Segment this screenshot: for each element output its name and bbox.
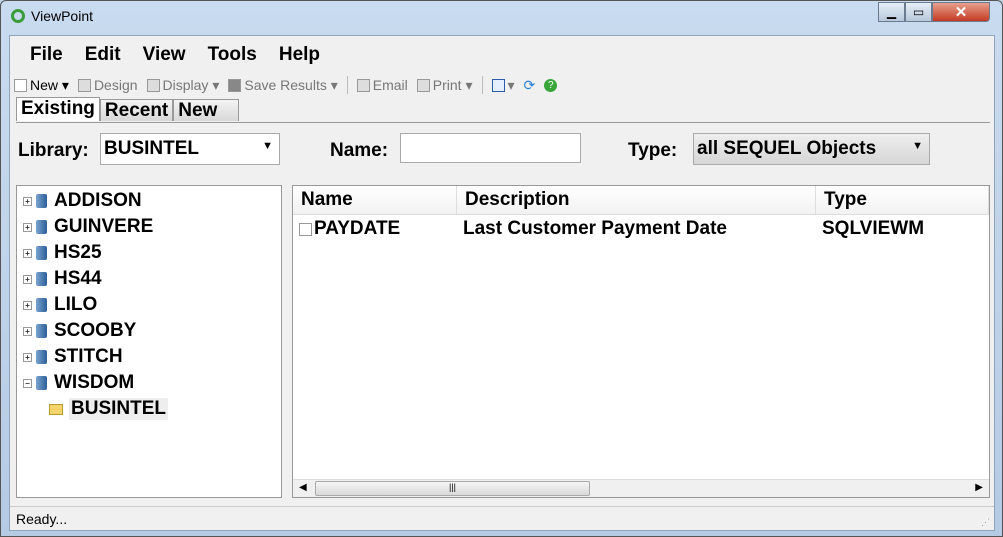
tree-node[interactable]: + HS25 <box>17 240 281 266</box>
folder-icon <box>49 403 63 415</box>
scroll-left-icon[interactable]: ◀ <box>299 482 307 493</box>
scroll-right-icon[interactable]: ▶ <box>975 482 983 493</box>
expand-icon[interactable]: + <box>23 196 32 206</box>
minimize-button[interactable]: ▁ <box>878 2 905 22</box>
tree-node[interactable]: + GUINVERE <box>17 214 281 240</box>
separator <box>346 76 348 94</box>
app-icon <box>11 9 25 23</box>
tree-node[interactable]: + SCOOBY <box>17 318 281 344</box>
refresh-button[interactable]: ⟳ <box>524 77 536 94</box>
new-icon <box>14 78 27 92</box>
display-icon <box>146 78 160 92</box>
tab-new[interactable]: New <box>173 99 240 121</box>
tree-node-label: GUINVERE <box>54 216 154 237</box>
tree-node[interactable]: + LILO <box>17 292 281 318</box>
grid-view-button[interactable]: ▾ <box>491 77 515 94</box>
new-button[interactable]: New ▾ <box>14 77 69 94</box>
expand-icon[interactable]: + <box>23 222 32 232</box>
menu-view[interactable]: View <box>143 44 186 66</box>
tree-node[interactable]: + ADDISON <box>17 188 281 214</box>
column-header-name[interactable]: Name <box>293 186 457 214</box>
tree-node-child[interactable]: BUSINTEL <box>17 396 281 422</box>
tree-node[interactable]: − WISDOM <box>17 370 281 396</box>
expand-icon[interactable]: − <box>23 378 32 388</box>
type-label: Type: <box>628 140 678 161</box>
database-icon <box>36 350 47 364</box>
database-icon <box>36 194 47 208</box>
maximize-button[interactable]: ▭ <box>905 2 932 22</box>
tab-existing[interactable]: Existing <box>16 97 100 121</box>
tree-node-label: LILO <box>54 294 98 315</box>
status-text: Ready... <box>16 511 68 527</box>
database-icon <box>36 376 47 390</box>
save-results-button[interactable]: Save Results ▾ <box>228 77 338 94</box>
tree-node-label: WISDOM <box>54 372 135 393</box>
expand-icon[interactable]: + <box>23 248 32 258</box>
expand-icon[interactable]: + <box>23 352 32 362</box>
design-icon <box>77 79 91 92</box>
grid-icon <box>491 78 505 92</box>
sql-view-icon <box>299 222 312 236</box>
objects-grid[interactable]: Name Description Type PAYDATE Last Custo… <box>292 185 990 498</box>
database-icon <box>36 246 47 260</box>
print-icon <box>416 78 430 92</box>
tree-node-label: HS25 <box>54 242 102 263</box>
email-button[interactable]: Email <box>356 77 408 93</box>
database-icon <box>36 272 47 286</box>
close-button[interactable]: ✕ <box>932 2 990 22</box>
library-tree[interactable]: + ADDISON + GUINVERE + HS25 + HS44 + LILO + SCOOBY +… <box>16 185 282 498</box>
tree-node-label: SCOOBY <box>54 320 137 341</box>
print-button[interactable]: Print ▾ <box>416 77 473 94</box>
database-icon <box>36 220 47 234</box>
separator <box>481 76 483 94</box>
row-type: SQLVIEWM <box>822 218 925 239</box>
name-input[interactable] <box>400 133 581 163</box>
tree-node-label: STITCH <box>54 346 123 367</box>
database-icon <box>36 298 47 312</box>
chevron-down-icon: ▼ <box>262 140 273 152</box>
tree-node[interactable]: + HS44 <box>17 266 281 292</box>
column-header-description[interactable]: Description <box>457 186 816 214</box>
chevron-down-icon: ▼ <box>912 140 923 152</box>
status-bar: Ready... ⋰ <box>10 506 994 530</box>
tab-recent[interactable]: Recent <box>99 99 174 121</box>
resize-grip-icon[interactable]: ⋰ <box>981 517 990 528</box>
name-label: Name: <box>330 140 389 161</box>
display-button[interactable]: Display ▾ <box>146 77 219 94</box>
row-description: Last Customer Payment Date <box>463 218 727 239</box>
table-row[interactable]: PAYDATE Last Customer Payment Date SQLVI… <box>293 215 989 243</box>
window-title: ViewPoint <box>31 8 94 24</box>
app-window: ViewPoint ▁ ▭ ✕ File Edit View Tools Hel… <box>0 0 1003 537</box>
tree-node-label: BUSINTEL <box>69 398 168 420</box>
design-button[interactable]: Design <box>77 77 138 93</box>
tree-node-label: HS44 <box>54 268 102 289</box>
menu-file[interactable]: File <box>30 44 63 66</box>
menu-edit[interactable]: Edit <box>85 44 121 66</box>
expand-icon[interactable]: + <box>23 300 32 310</box>
help-button[interactable]: ? <box>544 78 558 92</box>
scrollbar-thumb[interactable]: ||| <box>315 481 590 496</box>
menu-help[interactable]: Help <box>279 44 320 66</box>
save-icon <box>228 78 242 92</box>
email-icon <box>356 79 370 92</box>
menu-tools[interactable]: Tools <box>208 44 257 66</box>
database-icon <box>36 324 47 338</box>
expand-icon[interactable]: + <box>23 326 32 336</box>
library-label: Library: <box>18 140 89 161</box>
title-bar: ViewPoint <box>11 8 93 24</box>
horizontal-scrollbar[interactable]: ◀ ||| ▶ <box>293 479 989 497</box>
row-name: PAYDATE <box>314 218 401 239</box>
type-select[interactable]: all SEQUEL Objects ▼ <box>693 133 930 165</box>
tree-node[interactable]: + STITCH <box>17 344 281 370</box>
library-select[interactable]: BUSINTEL ▼ <box>100 133 280 165</box>
tree-node-label: ADDISON <box>54 190 142 211</box>
column-header-type[interactable]: Type <box>816 186 989 214</box>
expand-icon[interactable]: + <box>23 274 32 284</box>
